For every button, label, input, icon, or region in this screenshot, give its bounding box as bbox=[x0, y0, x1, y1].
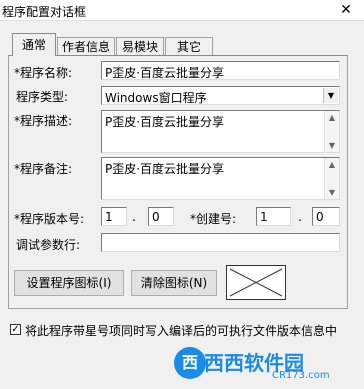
version-major-input[interactable]: 1 bbox=[101, 207, 127, 226]
description-label: *程序描述: bbox=[14, 114, 73, 128]
build-dot: . bbox=[298, 210, 302, 224]
program-type-value: Windows窗口程序 bbox=[105, 91, 207, 105]
version-minor-input[interactable]: 0 bbox=[148, 207, 174, 226]
program-type-select[interactable]: Windows窗口程序 ▼ bbox=[101, 86, 340, 105]
remarks-value: P歪皮·百度云批量分享 bbox=[105, 162, 225, 176]
program-name-label: *程序名称: bbox=[14, 66, 73, 80]
version-label: *程序版本号: bbox=[14, 212, 85, 226]
program-icon-preview bbox=[226, 265, 286, 300]
remarks-textarea[interactable]: P歪皮·百度云批量分享 ▲ ▼ bbox=[101, 157, 340, 200]
watermark-site: CR173.com bbox=[272, 370, 330, 381]
tab-author-info[interactable]: 作者信息 bbox=[57, 37, 115, 55]
watermark-logo-icon: 西 bbox=[174, 347, 206, 379]
version-dot: . bbox=[132, 210, 136, 224]
debug-params-label: 调试参数行: bbox=[16, 238, 81, 252]
tab-general[interactable]: 通常 bbox=[12, 33, 56, 56]
scroll-up-icon[interactable]: ▲ bbox=[325, 113, 339, 122]
checkmark-icon: ✓ bbox=[11, 324, 20, 335]
scroll-up-icon[interactable]: ▲ bbox=[325, 160, 339, 169]
description-textarea[interactable]: P歪皮·百度云批量分享 ▲ ▼ bbox=[101, 110, 340, 153]
write-version-info-label[interactable]: 将此程序带星号项同时写入编译后的可执行文件版本信息中 bbox=[25, 322, 337, 339]
debug-params-input[interactable] bbox=[101, 233, 340, 252]
build-minor-input[interactable]: 0 bbox=[312, 207, 340, 226]
remarks-label: *程序备注: bbox=[14, 162, 73, 176]
build-major-input[interactable]: 1 bbox=[256, 207, 291, 226]
scroll-down-icon[interactable]: ▼ bbox=[325, 188, 339, 197]
program-type-label: 程序类型: bbox=[16, 90, 69, 104]
program-name-input[interactable]: P歪皮·百度云批量分享 bbox=[101, 61, 340, 80]
empty-image-icon bbox=[229, 268, 283, 297]
set-program-icon-button[interactable]: 设置程序图标(I) bbox=[14, 270, 124, 296]
title-bar: 程序配置对话框 ✕ bbox=[0, 0, 364, 21]
description-scrollbar[interactable]: ▲ ▼ bbox=[324, 111, 339, 152]
window-title: 程序配置对话框 bbox=[2, 5, 87, 19]
clear-icon-button[interactable]: 清除图标(N) bbox=[131, 270, 217, 296]
tab-other[interactable]: 其它 bbox=[165, 37, 213, 55]
description-value: P歪皮·百度云批量分享 bbox=[105, 115, 225, 129]
scroll-down-icon[interactable]: ▼ bbox=[325, 141, 339, 150]
close-icon[interactable]: ✕ bbox=[336, 0, 356, 20]
watermark-logo-glyph: 西 bbox=[181, 353, 198, 372]
chevron-down-icon[interactable]: ▼ bbox=[323, 88, 338, 103]
build-label: *创建号: bbox=[190, 212, 237, 226]
tab-e-module[interactable]: 易模块 bbox=[116, 37, 164, 55]
remarks-scrollbar[interactable]: ▲ ▼ bbox=[324, 158, 339, 199]
write-version-info-checkbox[interactable]: ✓ bbox=[10, 324, 21, 335]
